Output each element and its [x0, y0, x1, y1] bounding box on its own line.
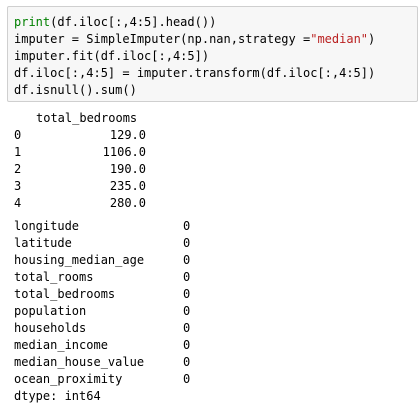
code-cell-input[interactable]: print(df.iloc[:,4:5].head()) imputer = S…	[7, 6, 418, 102]
series-label: latitude	[14, 236, 72, 250]
series-label: median_house_value	[14, 355, 145, 369]
series-value: 0	[183, 219, 191, 233]
row-value: 1106.0	[102, 145, 146, 159]
series-value: 0	[183, 304, 191, 318]
column-header: total_bedrooms	[36, 111, 138, 125]
row-index: 2	[14, 162, 22, 176]
series-label: longitude	[14, 219, 80, 233]
code-line-5: df.isnull().sum()	[14, 83, 137, 97]
series-value: 0	[183, 287, 191, 301]
series-value: 0	[183, 270, 191, 284]
code-line-3: imputer.fit(df.iloc[:,4:5])	[14, 49, 210, 63]
row-index: 4	[14, 196, 22, 210]
series-label: ocean_proximity	[14, 372, 123, 386]
code-text: )	[368, 32, 376, 46]
code-text: imputer = SimpleImputer(np.nan,strategy …	[14, 32, 311, 46]
row-value: 190.0	[109, 162, 146, 176]
series-value: 0	[183, 236, 191, 250]
series-label: total_rooms	[14, 270, 94, 284]
series-label: population	[14, 304, 87, 318]
print-keyword: print	[14, 15, 51, 29]
series-value: 0	[183, 355, 191, 369]
series-value: 0	[183, 253, 191, 267]
row-index: 3	[14, 179, 22, 193]
row-index: 1	[14, 145, 22, 159]
series-value: 0	[183, 372, 191, 386]
series-label: median_income	[14, 338, 108, 352]
row-value: 129.0	[109, 128, 146, 142]
code-line-2: imputer = SimpleImputer(np.nan,strategy …	[14, 31, 375, 48]
series-value: 0	[183, 338, 191, 352]
series-label: housing_median_age	[14, 253, 145, 267]
code-line-4: df.iloc[:,4:5] = imputer.transform(df.il…	[14, 66, 376, 80]
string-literal: "median"	[310, 32, 369, 46]
row-value: 235.0	[109, 179, 146, 193]
series-value: 0	[183, 321, 191, 335]
series-label: households	[14, 321, 87, 335]
row-value: 280.0	[109, 196, 146, 210]
code-text: (df.iloc[:,4:5].head())	[50, 15, 217, 29]
row-index: 0	[14, 128, 22, 142]
code-line-1: print(df.iloc[:,4:5].head())	[14, 14, 216, 31]
series-label: total_bedrooms	[14, 287, 116, 301]
dtype-line: dtype: int64	[14, 389, 101, 403]
